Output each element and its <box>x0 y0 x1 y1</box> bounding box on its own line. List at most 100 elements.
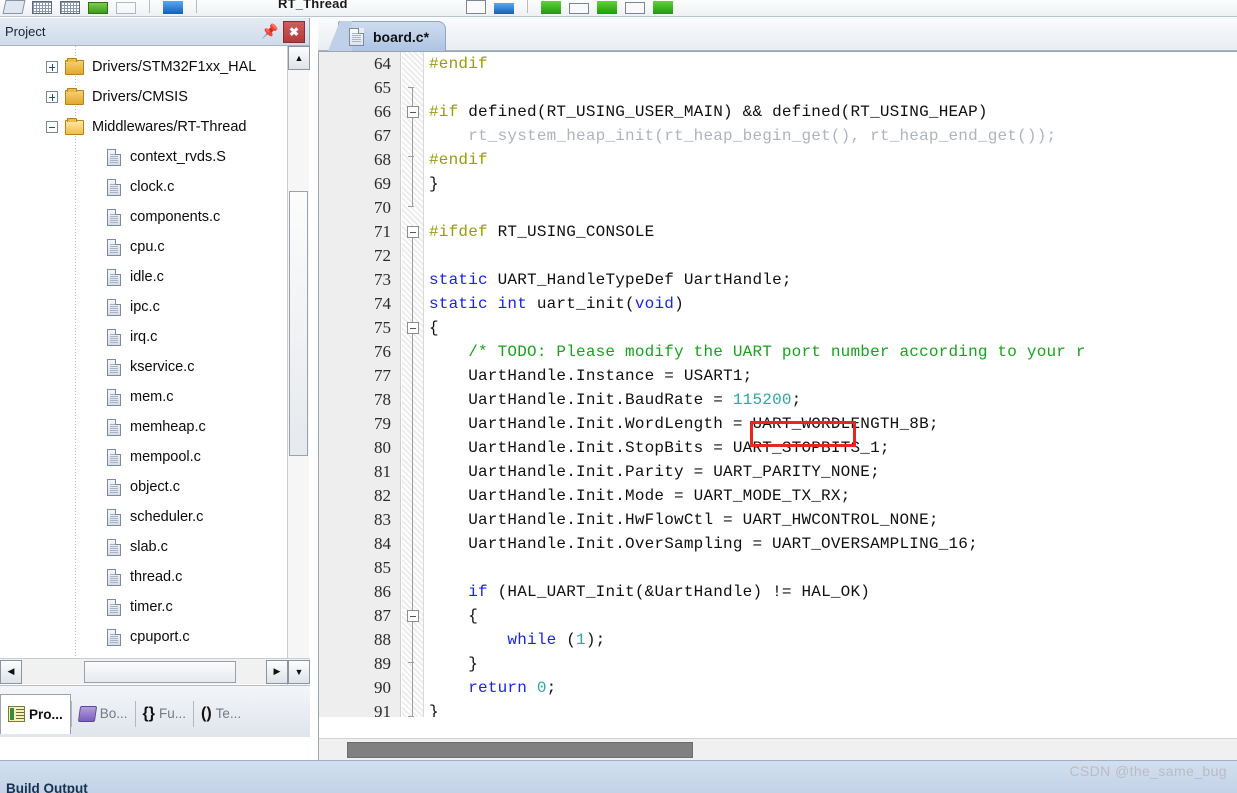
panel-tab-te[interactable]: () Te... <box>194 694 248 734</box>
tree-item-label: irq.c <box>130 329 158 345</box>
project-tree[interactable]: Drivers/STM32F1xx_HAL Drivers/CMSIS Middle… <box>0 46 310 706</box>
tree-file[interactable]: object.c <box>0 472 310 502</box>
code-line[interactable]: 68 #endif <box>319 148 1237 172</box>
editor-hscrollbar[interactable] <box>319 738 1237 760</box>
code-line[interactable]: 65 <box>319 76 1237 100</box>
panel-tab-fu[interactable]: {} Fu... <box>136 694 193 734</box>
code-line[interactable]: 69} <box>319 172 1237 196</box>
editor-tab-label: board.c* <box>373 28 430 45</box>
editor-tab-board-c[interactable]: board.c* <box>327 21 447 51</box>
vscroll-thumb[interactable] <box>289 191 308 456</box>
line-number: 77 <box>374 366 391 385</box>
code-line[interactable]: 70 <box>319 196 1237 220</box>
code-line[interactable]: 87 { <box>319 604 1237 628</box>
clear-icon[interactable] <box>116 1 136 14</box>
code-line[interactable]: 79 UartHandle.Init.WordLength = UART_WOR… <box>319 412 1237 436</box>
code-line[interactable]: 81 UartHandle.Init.Parity = UART_PARITY_… <box>319 460 1237 484</box>
find-in-files-icon[interactable] <box>494 2 514 14</box>
close-icon[interactable]: ✖ <box>283 20 305 43</box>
target-options-icon[interactable] <box>32 0 52 14</box>
tree-file[interactable]: timer.c <box>0 592 310 622</box>
panel-tab-bo[interactable]: Bo... <box>72 694 135 734</box>
tree-file[interactable]: memheap.c <box>0 412 310 442</box>
tree-file[interactable]: mem.c <box>0 382 310 412</box>
code-line[interactable]: 88 while (1); <box>319 628 1237 652</box>
tree-folder[interactable]: Middlewares/RT-Thread <box>0 112 310 142</box>
sync-icon[interactable] <box>163 0 183 14</box>
code-line[interactable]: 85 <box>319 556 1237 580</box>
tree-file[interactable]: irq.c <box>0 322 310 352</box>
tree-folder[interactable]: Drivers/CMSIS <box>0 82 310 112</box>
code-line[interactable]: 82 UartHandle.Init.Mode = UART_MODE_TX_R… <box>319 484 1237 508</box>
tree-file[interactable]: cpu.c <box>0 232 310 262</box>
code-line[interactable]: 91} <box>319 700 1237 717</box>
tree-file[interactable]: slab.c <box>0 532 310 562</box>
manage-project-icon[interactable] <box>60 0 80 14</box>
tree-folder[interactable]: Drivers/STM32F1xx_HAL <box>0 52 310 82</box>
window-split-icon[interactable] <box>541 0 561 14</box>
scroll-right-button[interactable]: ▶ <box>266 659 288 684</box>
filter-icon[interactable] <box>625 1 645 14</box>
panel-tab-pro[interactable]: Pro... <box>0 693 71 734</box>
file-icon <box>107 568 121 586</box>
file-icon <box>107 358 121 376</box>
hscroll-track[interactable] <box>22 660 266 684</box>
code-lines: 64 #endif 65 66 #if defined(RT_USING_USER_MA… <box>319 52 1237 717</box>
download-icon[interactable] <box>597 0 617 14</box>
code-line[interactable]: 75 { <box>319 316 1237 340</box>
code-line[interactable]: 74 static int uart_init(void) <box>319 292 1237 316</box>
tree-file[interactable]: clock.c <box>0 172 310 202</box>
code-line[interactable]: 73 static UART_HandleTypeDef UartHandle; <box>319 268 1237 292</box>
code-editor[interactable]: 64 #endif 65 66 #if defined(RT_USING_USER_MA… <box>318 51 1237 760</box>
code-line[interactable]: 71 #ifdef RT_USING_CONSOLE <box>319 220 1237 244</box>
code-token: if <box>468 583 498 601</box>
line-number: 72 <box>374 246 391 265</box>
expand-icon[interactable] <box>46 91 58 103</box>
code-line[interactable]: 78 UartHandle.Init.BaudRate = 115200; <box>319 388 1237 412</box>
tree-item-label: timer.c <box>130 599 173 615</box>
bottom-panel: Build Output <box>0 760 1237 793</box>
line-number: 89 <box>374 654 391 673</box>
dropdown-icon[interactable] <box>466 0 486 14</box>
tree-file[interactable]: scheduler.c <box>0 502 310 532</box>
tree-file[interactable]: thread.c <box>0 562 310 592</box>
code-line[interactable]: 76 /* TODO: Please modify the UART port … <box>319 340 1237 364</box>
editor-hscroll-thumb[interactable] <box>347 742 693 758</box>
tree-file[interactable]: kservice.c <box>0 352 310 382</box>
scroll-up-button[interactable]: ▲ <box>288 46 310 70</box>
code-line[interactable]: 80 UartHandle.Init.StopBits = UART_STOPB… <box>319 436 1237 460</box>
toolbox-icon[interactable] <box>569 2 589 14</box>
code-line[interactable]: 66 #if defined(RT_USING_USER_MAIN) && def… <box>319 100 1237 124</box>
project-tree-hscrollbar[interactable]: ◀ ▶ ▼ <box>0 658 310 684</box>
hscroll-thumb[interactable] <box>84 660 236 683</box>
debug-icon[interactable] <box>653 0 673 14</box>
tree-file[interactable]: cpuport.c <box>0 622 310 652</box>
keil-uvision-window: RT_Thread Project 📌 ✖ Drivers/STM32F1xx_… <box>0 0 1237 793</box>
scroll-menu-button[interactable]: ▼ <box>288 659 310 684</box>
code-viewport[interactable]: 64 #endif 65 66 #if defined(RT_USING_USER_MA… <box>319 52 1237 717</box>
code-line[interactable]: 90 return 0; <box>319 676 1237 700</box>
code-line[interactable]: 89 } <box>319 652 1237 676</box>
code-line[interactable]: 77 UartHandle.Instance = USART1; <box>319 364 1237 388</box>
code-line[interactable]: 83 UartHandle.Init.HwFlowCtl = UART_HWCO… <box>319 508 1237 532</box>
code-line[interactable]: 64 #endif <box>319 52 1237 76</box>
tree-file[interactable]: ipc.c <box>0 292 310 322</box>
scroll-left-button[interactable]: ◀ <box>0 659 22 684</box>
pin-icon[interactable]: 📌 <box>260 21 280 43</box>
code-line[interactable]: 72 <box>319 244 1237 268</box>
code-line[interactable]: 86 if (HAL_UART_Init(&UartHandle) != HAL… <box>319 580 1237 604</box>
line-number: 83 <box>374 510 391 529</box>
code-line[interactable]: 84 UartHandle.Init.OverSampling = UART_O… <box>319 532 1237 556</box>
project-tree-vscrollbar[interactable]: ▲ <box>287 46 310 706</box>
tree-file[interactable]: idle.c <box>0 262 310 292</box>
code-line[interactable]: 67 rt_system_heap_init(rt_heap_begin_get… <box>319 124 1237 148</box>
batch-build-icon[interactable] <box>2 0 26 14</box>
folder-icon <box>65 117 84 135</box>
collapse-icon[interactable] <box>46 121 58 133</box>
books-icon[interactable] <box>88 1 108 14</box>
project-panel-tabs[interactable]: Pro... Bo...{} Fu...() Te... <box>0 685 310 737</box>
expand-icon[interactable] <box>46 61 58 73</box>
tree-file[interactable]: components.c <box>0 202 310 232</box>
tree-file[interactable]: context_rvds.S <box>0 142 310 172</box>
tree-file[interactable]: mempool.c <box>0 442 310 472</box>
